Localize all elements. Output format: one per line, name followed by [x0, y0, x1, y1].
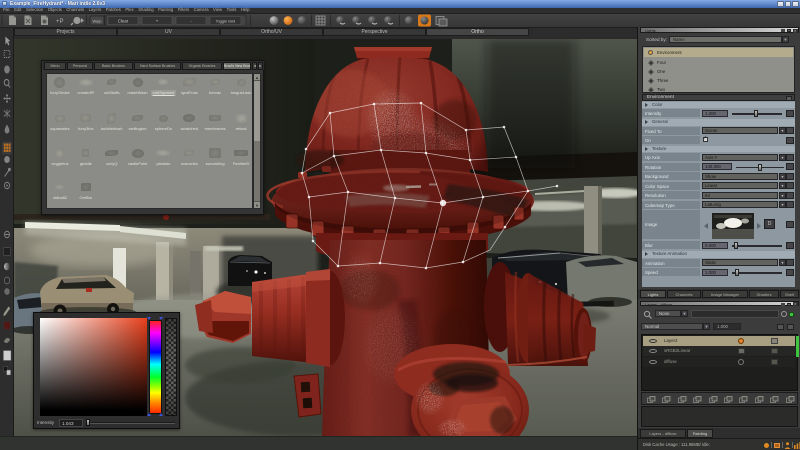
svg-text:Warp: Warp	[93, 19, 102, 23]
svg-text:Clear: Clear	[118, 18, 129, 23]
svg-text:+P: +P	[56, 19, 64, 25]
svg-text:+: +	[156, 18, 159, 23]
svg-text:Toggle Grid: Toggle Grid	[216, 19, 235, 23]
